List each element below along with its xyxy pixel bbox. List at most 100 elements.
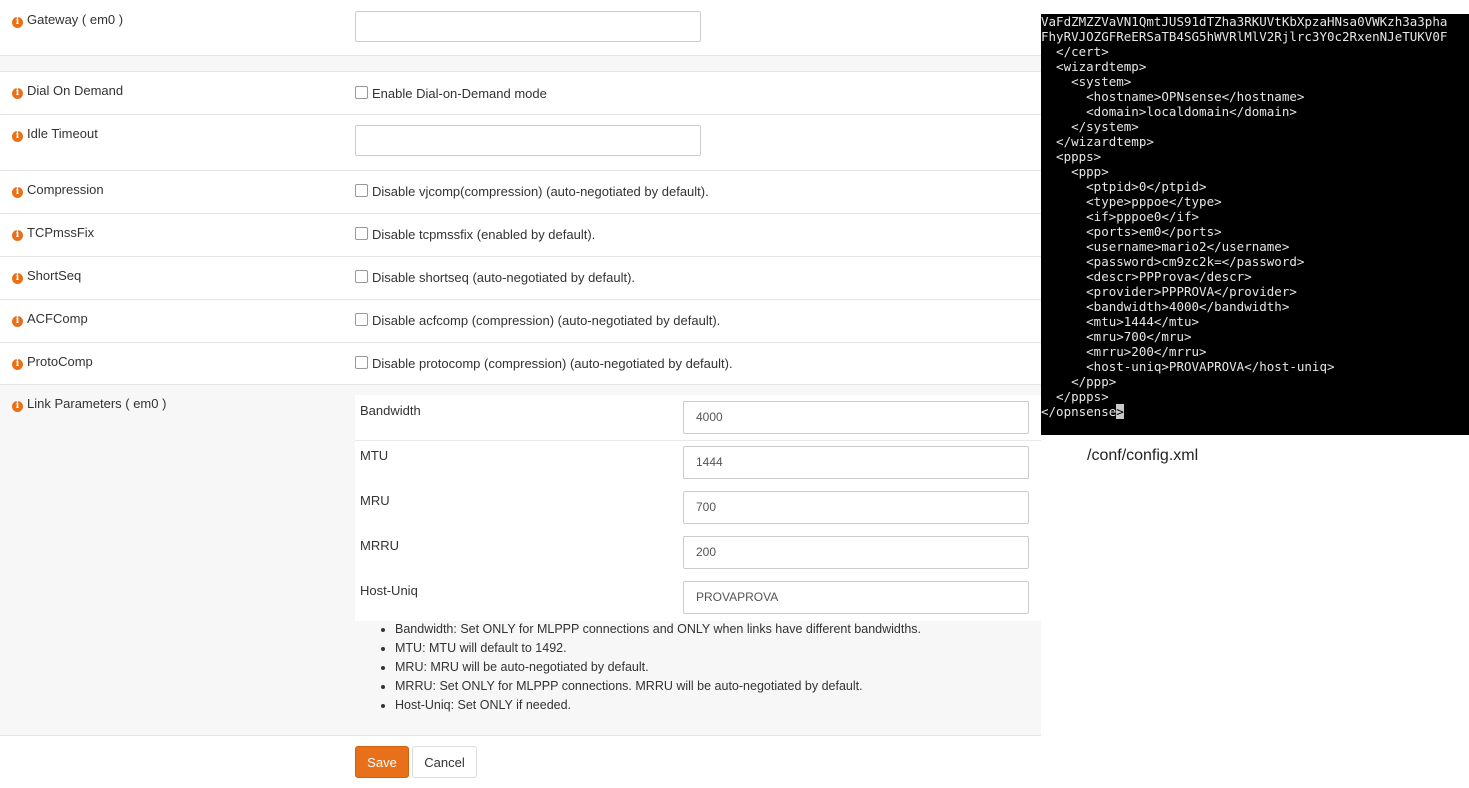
terminal-line: <ptpid>0</ptpid>	[1041, 179, 1207, 194]
help-item: MRRU: Set ONLY for MLPPP connections. MR…	[395, 677, 921, 696]
info-icon[interactable]: i	[12, 131, 23, 142]
protocomp-text: Disable protocomp (compression) (auto-ne…	[372, 356, 733, 371]
terminal-line: FhyRVJOZGFReERSaTB4SG5hWVRlMlV2Rjlrc3Y0c…	[1041, 29, 1448, 44]
protocomp-label: i ProtoComp	[12, 354, 93, 370]
acfcomp-label: i ACFComp	[12, 311, 88, 327]
idle-timeout-row: i Idle Timeout	[0, 115, 1041, 171]
shortseq-label: i ShortSeq	[12, 268, 81, 284]
pppoe-settings-form: i Gateway ( em0 ) i Dial On Demand Enable …	[0, 0, 1041, 788]
terminal-cursor: >	[1116, 404, 1124, 419]
mru-param-row: MRU 700	[355, 486, 1041, 532]
terminal-line: <mtu>1444</mtu>	[1041, 314, 1200, 329]
mtu-input[interactable]: 1444	[683, 446, 1029, 479]
shortseq-checkbox[interactable]	[355, 270, 368, 283]
help-item: MTU: MTU will default to 1492.	[395, 639, 921, 658]
terminal-line: <hostname>OPNsense</hostname>	[1041, 89, 1305, 104]
mru-param-label: MRU	[360, 493, 390, 508]
tcpmssfix-row: i TCPmssFix Disable tcpmssfix (enabled by…	[0, 214, 1041, 257]
bandwidth-param-label: Bandwidth	[360, 403, 421, 418]
protocomp-row: i ProtoComp Disable protocomp (compressio…	[0, 343, 1041, 385]
terminal-line: <mru>700</mru>	[1041, 329, 1192, 344]
dial-on-demand-label: i Dial On Demand	[12, 83, 123, 99]
terminal-line: </ppps>	[1041, 389, 1109, 404]
compression-text: Disable vjcomp(compression) (auto-negoti…	[372, 184, 709, 199]
terminal-line: </system>	[1041, 119, 1139, 134]
info-icon[interactable]: i	[12, 401, 23, 412]
help-item: MRU: MRU will be auto-negotiated by defa…	[395, 658, 921, 677]
terminal-line: <if>pppoe0</if>	[1041, 209, 1200, 224]
file-path-caption: /conf/config.xml	[1087, 447, 1199, 464]
dial-on-demand-text: Enable Dial-on-Demand mode	[372, 86, 547, 101]
terminal-line: <system>	[1041, 74, 1132, 89]
mrru-param-label: MRRU	[360, 538, 399, 553]
save-button[interactable]: Save	[355, 746, 409, 778]
protocomp-checkbox[interactable]	[355, 356, 368, 369]
bandwidth-param-row: Bandwidth 4000	[355, 395, 1041, 441]
idle-timeout-input[interactable]	[355, 125, 701, 156]
terminal-line: <provider>PPPROVA</provider>	[1041, 284, 1297, 299]
tcpmssfix-checkbox[interactable]	[355, 227, 368, 240]
terminal-line: <ppp>	[1041, 164, 1109, 179]
terminal-last-line: </opnsense>	[1041, 404, 1469, 419]
mrru-param-row: MRRU 200	[355, 531, 1041, 577]
terminal-line: <descr>PPProva</descr>	[1041, 269, 1252, 284]
tcpmssfix-label: i TCPmssFix	[12, 225, 94, 241]
help-item: Host-Uniq: Set ONLY if needed.	[395, 696, 921, 715]
gateway-row: i Gateway ( em0 )	[0, 0, 1041, 56]
info-icon[interactable]: i	[12, 187, 23, 198]
acfcomp-text: Disable acfcomp (compression) (auto-nego…	[372, 313, 721, 328]
shortseq-text: Disable shortseq (auto-negotiated by def…	[372, 270, 636, 285]
terminal-line: <ports>em0</ports>	[1041, 224, 1222, 239]
compression-label: i Compression	[12, 182, 104, 198]
link-parameters-help: Bandwidth: Set ONLY for MLPPP connection…	[375, 620, 921, 715]
shortseq-option[interactable]: Disable shortseq (auto-negotiated by def…	[355, 270, 635, 285]
host-uniq-param-row: Host-Uniq PROVAPROVA	[355, 576, 1041, 621]
dial-on-demand-row: i Dial On Demand Enable Dial-on-Demand mo…	[0, 72, 1041, 115]
idle-timeout-label: i Idle Timeout	[12, 126, 98, 142]
terminal-line: </cert>	[1041, 44, 1109, 59]
terminal-line: <domain>localdomain</domain>	[1041, 104, 1297, 119]
terminal-line: <password>cm9zc2k=</password>	[1041, 254, 1305, 269]
gateway-input[interactable]	[355, 11, 701, 42]
cancel-button[interactable]: Cancel	[412, 746, 477, 778]
compression-checkbox[interactable]	[355, 184, 368, 197]
compression-option[interactable]: Disable vjcomp(compression) (auto-negoti…	[355, 184, 709, 199]
acfcomp-option[interactable]: Disable acfcomp (compression) (auto-nego…	[355, 313, 720, 328]
mrru-input[interactable]: 200	[683, 536, 1029, 569]
info-icon[interactable]: i	[12, 316, 23, 327]
info-icon[interactable]: i	[12, 273, 23, 284]
terminal-line: <host-uniq>PROVAPROVA</host-uniq>	[1041, 359, 1335, 374]
link-parameters-label: i Link Parameters ( em0 )	[12, 396, 166, 412]
terminal-config-view: VaFdZMZZVaVN1QmtJUS91dTZha3RKUVtKbXpzaHN…	[1041, 14, 1469, 435]
terminal-line: <username>mario2</username>	[1041, 239, 1290, 254]
shortseq-row: i ShortSeq Disable shortseq (auto-negotia…	[0, 257, 1041, 300]
info-icon[interactable]: i	[12, 230, 23, 241]
tcpmssfix-option[interactable]: Disable tcpmssfix (enabled by default).	[355, 227, 595, 242]
dial-on-demand-option[interactable]: Enable Dial-on-Demand mode	[355, 86, 547, 101]
info-icon[interactable]: i	[12, 17, 23, 28]
host-uniq-input[interactable]: PROVAPROVA	[683, 581, 1029, 614]
help-item: Bandwidth: Set ONLY for MLPPP connection…	[395, 620, 921, 639]
compression-row: i Compression Disable vjcomp(compression)…	[0, 171, 1041, 214]
terminal-line: </wizardtemp>	[1041, 134, 1154, 149]
terminal-line: <mrru>200</mrru>	[1041, 344, 1207, 359]
terminal-line: </ppp>	[1041, 374, 1117, 389]
mru-input[interactable]: 700	[683, 491, 1029, 524]
terminal-line-text: </opnsense	[1041, 404, 1117, 419]
host-uniq-param-label: Host-Uniq	[360, 583, 418, 598]
protocomp-option[interactable]: Disable protocomp (compression) (auto-ne…	[355, 356, 733, 371]
info-icon[interactable]: i	[12, 88, 23, 99]
dial-on-demand-checkbox[interactable]	[355, 86, 368, 99]
tcpmssfix-text: Disable tcpmssfix (enabled by default).	[372, 227, 596, 242]
terminal-line: <wizardtemp>	[1041, 59, 1147, 74]
acfcomp-checkbox[interactable]	[355, 313, 368, 326]
terminal-line: <ppps>	[1041, 149, 1102, 164]
terminal-line: VaFdZMZZVaVN1QmtJUS91dTZha3RKUVtKbXpzaHN…	[1041, 14, 1448, 29]
gateway-label: i Gateway ( em0 )	[12, 12, 123, 28]
bandwidth-input[interactable]: 4000	[683, 401, 1029, 434]
section-separator	[0, 56, 1041, 72]
info-icon[interactable]: i	[12, 359, 23, 370]
mtu-param-label: MTU	[360, 448, 389, 463]
acfcomp-row: i ACFComp Disable acfcomp (compression) (…	[0, 300, 1041, 343]
mtu-param-row: MTU 1444	[355, 441, 1041, 487]
